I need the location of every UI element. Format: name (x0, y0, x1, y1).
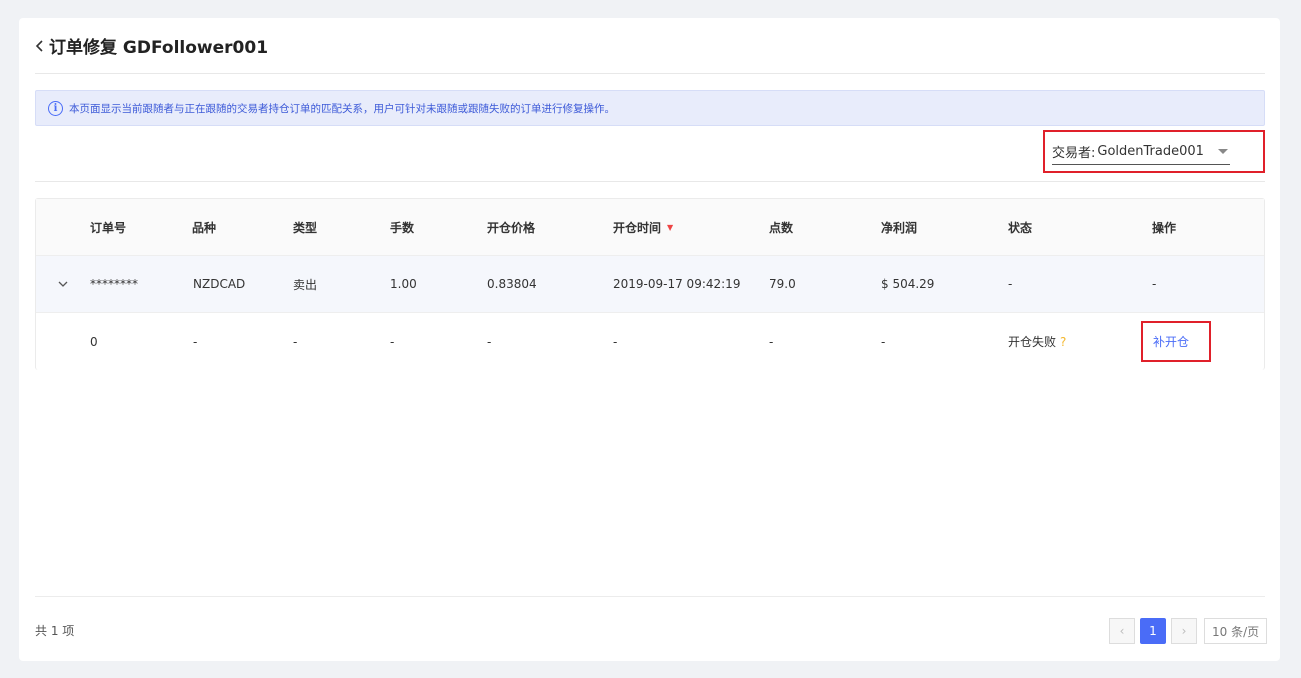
cell-open-time: 2019-09-17 09:42:19 (613, 277, 741, 291)
cell-lots: 1.00 (390, 277, 417, 291)
total-count: 共 1 项 (35, 624, 75, 638)
cell-action: - (1152, 277, 1157, 291)
trader-select[interactable]: 交易者: GoldenTrade001 (1052, 139, 1230, 165)
status-badge: 开仓失败 (1008, 335, 1057, 349)
cell-net-profit: $ 504.29 (881, 277, 935, 291)
action-highlight: 补开仓 (1141, 321, 1211, 362)
col-header-open-time: 开仓时间 (613, 220, 662, 235)
col-header-open-price: 开仓价格 (487, 220, 536, 235)
cell-symbol: NZDCAD (193, 277, 246, 291)
caret-down-icon (1217, 148, 1228, 154)
section-divider (35, 181, 1265, 182)
trader-label: 交易者: (1052, 145, 1096, 161)
next-page-button[interactable]: › (1171, 618, 1197, 644)
cell-open-time: - (613, 334, 618, 349)
col-header-open-time-wrap[interactable]: 开仓时间 ▼ (613, 199, 673, 255)
sort-down-icon[interactable]: ▼ (667, 223, 673, 232)
table-header-row: 订单号 品种 类型 手数 开仓价格 开仓时间 ▼ 点数 净利润 状态 操作 (36, 199, 1264, 256)
page-card: 订单修复 GDFollower001 i 本页面显示当前跟随者与正在跟随的交易者… (19, 18, 1280, 661)
info-circle-icon: i (48, 100, 63, 116)
orders-table: 订单号 品种 类型 手数 开仓价格 开仓时间 ▼ 点数 净利润 状态 操作 **… (35, 198, 1265, 370)
table-row: ******** NZDCAD 卖出 1.00 0.83804 2019-09-… (36, 256, 1264, 313)
notice-text: 本页面显示当前跟随者与正在跟随的交易者持仓订单的匹配关系，用户可针对未跟随或跟随… (69, 102, 615, 115)
table-row: 0 - - - - - - - 开仓失败 ? 补开仓 (36, 313, 1264, 370)
expand-toggle[interactable] (58, 256, 68, 312)
cell-points: 79.0 (769, 277, 796, 291)
col-header-action: 操作 (1152, 220, 1177, 235)
page-number-button[interactable]: 1 (1140, 618, 1166, 644)
cell-open-price: - (487, 334, 492, 349)
col-header-symbol: 品种 (192, 220, 217, 235)
cell-status: - (1008, 277, 1013, 291)
col-header-order-no: 订单号 (90, 220, 127, 235)
reopen-button[interactable]: 补开仓 (1153, 333, 1189, 350)
trader-value: GoldenTrade001 (1097, 143, 1204, 159)
page-title: 订单修复 GDFollower001 (49, 38, 269, 58)
col-header-net-profit: 净利润 (881, 220, 918, 235)
col-header-lots: 手数 (390, 220, 415, 235)
cell-order-no: 0 (90, 334, 98, 349)
col-header-type: 类型 (293, 220, 318, 235)
chevron-left-icon[interactable] (35, 38, 45, 54)
pagination: ‹ 1 › 10 条/页 (1109, 618, 1268, 644)
footer-divider (35, 596, 1265, 597)
cell-order-no: ******** (90, 277, 138, 291)
cell-type: - (293, 334, 298, 349)
question-icon[interactable]: ? (1060, 335, 1066, 349)
cell-type: 卖出 (293, 277, 318, 292)
prev-page-button[interactable]: ‹ (1109, 618, 1135, 644)
col-header-points: 点数 (769, 220, 794, 235)
trader-filter-highlight: 交易者: GoldenTrade001 (1043, 130, 1265, 173)
cell-symbol: - (193, 334, 198, 349)
cell-points: - (769, 334, 774, 349)
cell-net-profit: - (881, 334, 886, 349)
chevron-down-icon[interactable] (58, 279, 68, 289)
page-header: 订单修复 GDFollower001 (35, 18, 1265, 74)
col-header-status: 状态 (1008, 220, 1033, 235)
info-notice: i 本页面显示当前跟随者与正在跟随的交易者持仓订单的匹配关系，用户可针对未跟随或… (35, 90, 1265, 126)
cell-lots: - (390, 334, 395, 349)
cell-status-wrap: 开仓失败 ? (1008, 313, 1066, 370)
cell-open-price: 0.83804 (487, 277, 537, 291)
page-size-select[interactable]: 10 条/页 (1204, 618, 1268, 644)
